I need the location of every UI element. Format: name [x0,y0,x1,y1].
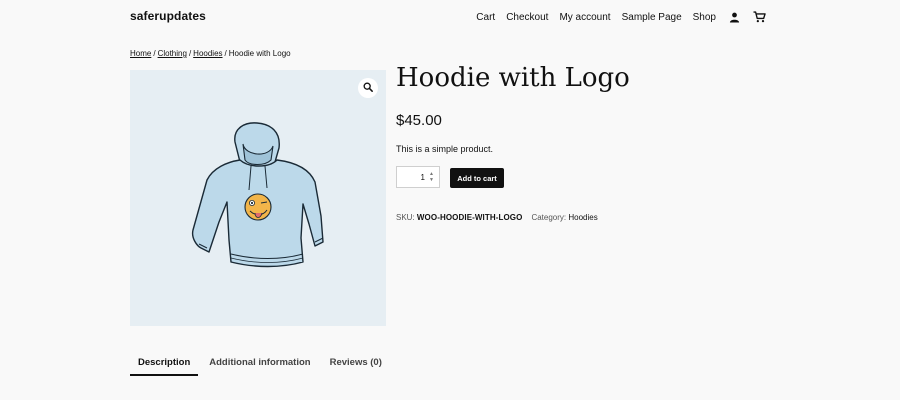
sku-value: WOO-HOODIE-WITH-LOGO [416,213,523,222]
hoodie-illustration [191,122,324,268]
site-title[interactable]: saferupdates [130,9,206,23]
product-image[interactable] [130,70,386,326]
zoom-button[interactable] [358,78,378,98]
nav-my-account[interactable]: My account [559,12,610,23]
breadcrumb-current: Hoodie with Logo [228,49,291,58]
quantity-input[interactable] [397,172,425,182]
breadcrumb: Home / Clothing / Hoodies / Hoodie with Logo [130,49,291,58]
tab-description[interactable]: Description [130,352,199,376]
breadcrumb-separator: / [188,49,192,58]
product-meta: SKU: WOO-HOODIE-WITH-LOGO Category: Hood… [396,213,598,222]
magnifier-icon [363,79,373,97]
nav-shop[interactable]: Shop [693,12,716,23]
sku-label: SKU: [396,213,415,222]
breadcrumb-separator: / [153,49,156,58]
quantity-spinner[interactable]: ▲ ▼ [428,172,435,183]
category-wrapper: Category: Hoodies [531,213,597,222]
breadcrumb-clothing[interactable]: Clothing [158,49,187,58]
nav-cart[interactable]: Cart [476,12,495,23]
tab-reviews[interactable]: Reviews (0) [322,352,390,376]
product-page: saferupdates Cart Checkout My account Sa… [0,0,900,400]
add-to-cart-button[interactable]: Add to cart [450,168,504,188]
nav-sample-page[interactable]: Sample Page [622,12,682,23]
sku-wrapper: SKU: WOO-HOODIE-WITH-LOGO [396,213,522,222]
category-label: Category: [531,213,567,222]
breadcrumb-home[interactable]: Home [130,49,151,58]
product-short-description: This is a simple product. [396,144,494,154]
category-link[interactable]: Hoodies [568,213,597,222]
tab-additional-information[interactable]: Additional information [201,352,318,376]
nav-checkout[interactable]: Checkout [506,12,548,23]
user-icon[interactable] [727,10,741,24]
product-tabs: Description Additional information Revie… [130,352,393,376]
chevron-down-icon[interactable]: ▼ [429,178,434,183]
breadcrumb-hoodies[interactable]: Hoodies [193,49,222,58]
quantity-stepper[interactable]: ▲ ▼ [396,166,440,188]
main-nav: Cart Checkout My account Sample Page Sho… [476,10,766,24]
breadcrumb-separator: / [224,49,227,58]
product-price: $45.00 [396,112,442,129]
product-title: Hoodie with Logo [396,63,630,93]
cart-icon[interactable] [752,10,766,24]
